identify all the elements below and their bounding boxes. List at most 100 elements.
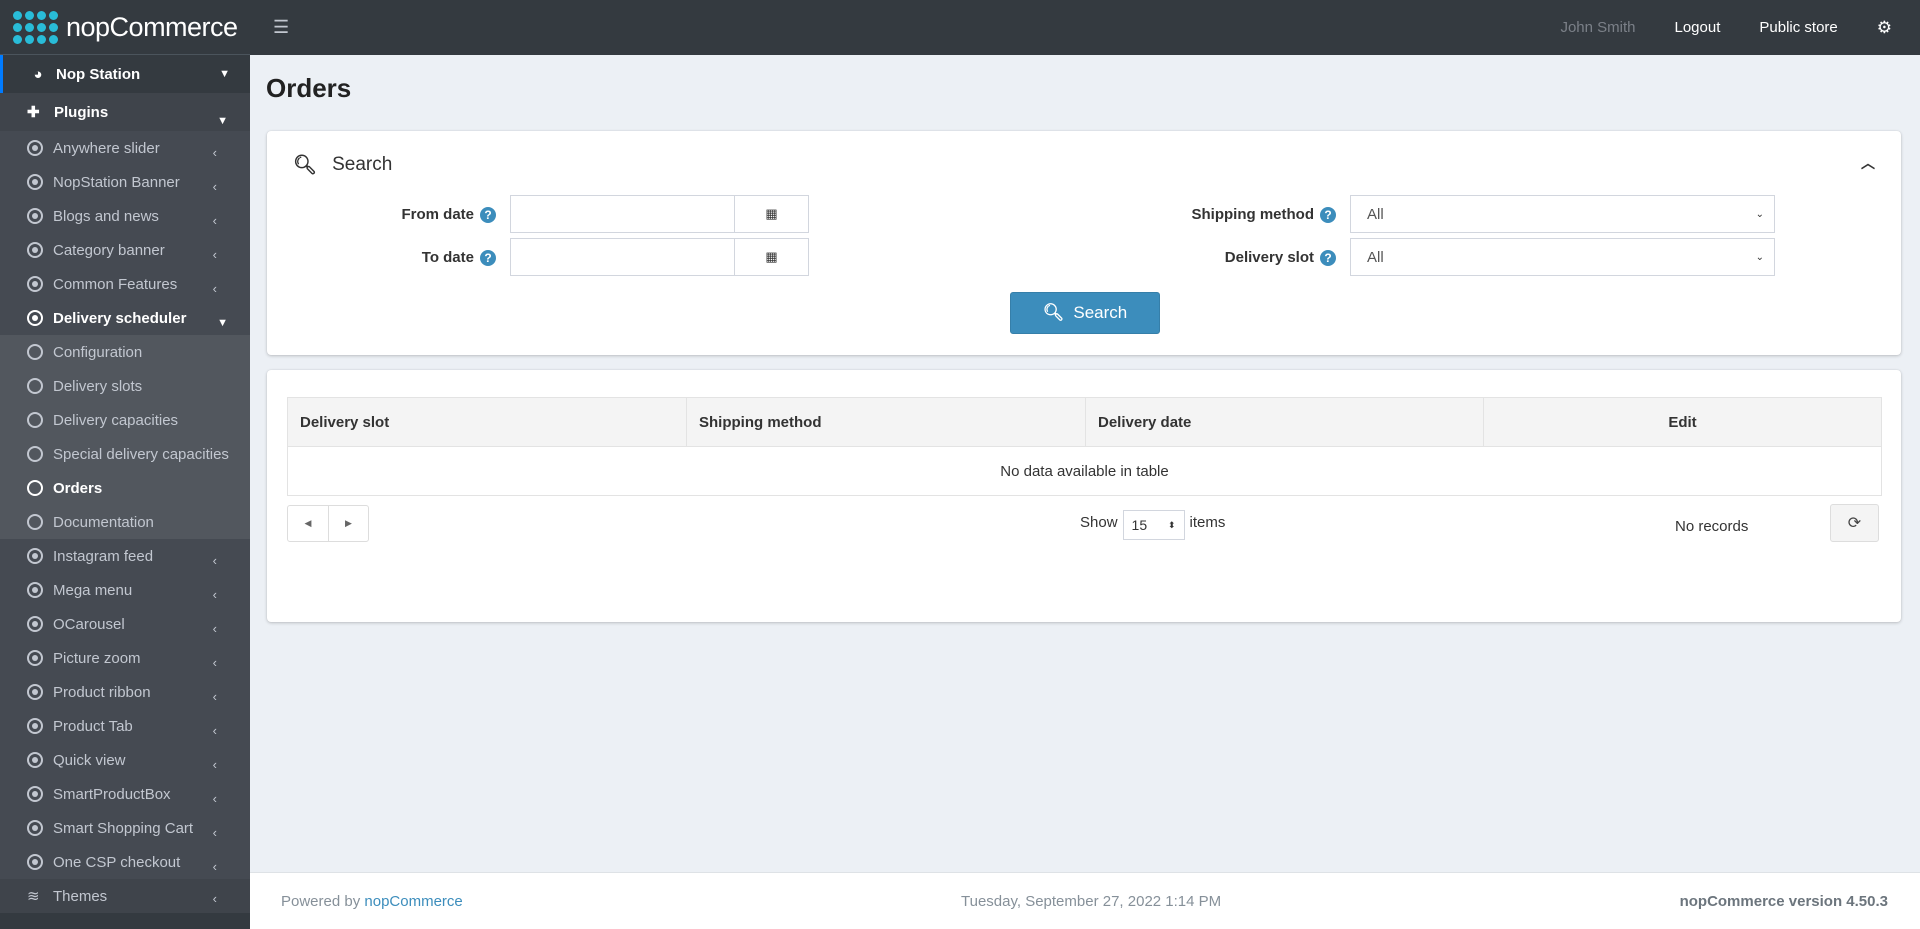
- to-date-row: To date? ▦: [267, 238, 809, 276]
- sidebar-item-nop-station[interactable]: ◕ Nop Station ▼: [0, 55, 250, 93]
- refresh-button[interactable]: ⟳: [1830, 504, 1879, 542]
- nopcommerce-link[interactable]: nopCommerce: [364, 893, 462, 910]
- sidebar-item-plugins[interactable]: ✚ Plugins ▼: [0, 93, 250, 131]
- sidebar-item-product-ribbon[interactable]: Product ribbon ‹: [0, 675, 250, 709]
- sidebar-item-documentation[interactable]: Documentation: [0, 505, 250, 539]
- sidebar-item-smart-shopping-cart[interactable]: Smart Shopping Cart ‹: [0, 811, 250, 845]
- sidebar-item-delivery-scheduler[interactable]: Delivery scheduler ▼: [0, 301, 250, 335]
- dot-circle-icon: [27, 650, 43, 666]
- label-text: To date: [421, 248, 474, 266]
- sidebar-item-label: SmartProductBox: [53, 785, 171, 803]
- calendar-icon[interactable]: ▦: [734, 239, 808, 275]
- chevron-left-icon: ‹: [212, 859, 217, 874]
- to-date-label: To date?: [267, 249, 496, 266]
- sidebar-item-label: NopStation Banner: [53, 173, 180, 191]
- sidebar-item-one-csp-checkout[interactable]: One CSP checkout ‹: [0, 845, 250, 879]
- hamburger-menu-icon[interactable]: ☰: [273, 17, 289, 38]
- sidebar-item-anywhere-slider[interactable]: Anywhere slider ‹: [0, 131, 250, 165]
- sidebar-item-label: Mega menu: [53, 581, 133, 599]
- dot-circle-icon: [27, 310, 43, 326]
- sidebar-item-label: Configuration: [53, 343, 143, 361]
- chevron-up-icon[interactable]: ︿: [1861, 153, 1875, 173]
- table-row: No data available in table: [287, 446, 1882, 496]
- version-info: nopCommerce version 4.50.3: [1679, 892, 1888, 910]
- previous-page-button[interactable]: ◀: [288, 506, 328, 541]
- sidebar-item-product-tab[interactable]: Product Tab ‹: [0, 709, 250, 743]
- page-size-control: Show 15 ⬍ items: [1080, 507, 1225, 540]
- sidebar-item-category-banner[interactable]: Category banner ‹: [0, 233, 250, 267]
- gears-icon[interactable]: ⚙: [1877, 18, 1892, 38]
- layers-icon: ≋: [27, 888, 40, 905]
- label-text: Shipping method: [1191, 205, 1314, 223]
- column-delivery-slot[interactable]: Delivery slot: [287, 397, 687, 447]
- chevron-left-icon: ‹: [212, 587, 217, 602]
- sidebar-item-label: Delivery scheduler: [53, 309, 187, 327]
- sidebar-item-ocarousel[interactable]: OCarousel ‹: [0, 607, 250, 641]
- dot-circle-icon: [27, 786, 43, 802]
- sidebar-item-instagram-feed[interactable]: Instagram feed ‹: [0, 539, 250, 573]
- sidebar-item-label: Special delivery capacities: [53, 445, 229, 463]
- sidebar-item-blogs-and-news[interactable]: Blogs and news ‹: [0, 199, 250, 233]
- sidebar-item-smartproductbox[interactable]: SmartProductBox ‹: [0, 777, 250, 811]
- help-icon[interactable]: ?: [480, 249, 496, 266]
- sidebar-item-special-delivery-capacities[interactable]: Special delivery capacities: [0, 437, 250, 471]
- sidebar-item-delivery-capacities[interactable]: Delivery capacities: [0, 403, 250, 437]
- show-label: Show: [1080, 513, 1118, 531]
- sidebar-item-orders[interactable]: Orders: [0, 471, 250, 505]
- delivery-scheduler-submenu: Configuration Delivery slots Delivery ca…: [0, 335, 250, 539]
- sidebar-item-mega-menu[interactable]: Mega menu ‹: [0, 573, 250, 607]
- search-panel-header[interactable]: 🔍︎ Search: [293, 153, 392, 177]
- shipping-method-select[interactable]: All ⌄: [1350, 195, 1775, 233]
- sidebar-item-picture-zoom[interactable]: Picture zoom ‹: [0, 641, 250, 675]
- sidebar-item-quick-view[interactable]: Quick view ‹: [0, 743, 250, 777]
- sidebar-item-label: One CSP checkout: [53, 853, 181, 871]
- logout-link[interactable]: Logout: [1674, 19, 1720, 36]
- search-button[interactable]: 🔍︎ Search: [1010, 292, 1160, 334]
- top-navbar: ☰ John Smith Logout Public store ⚙: [250, 0, 1920, 55]
- empty-table-message: No data available in table: [287, 446, 1882, 496]
- page-size-value: 15: [1131, 517, 1148, 533]
- chevron-left-icon: ‹: [212, 621, 217, 636]
- chevron-left-icon: ‹: [212, 247, 217, 262]
- next-page-button[interactable]: ▶: [328, 506, 368, 541]
- sort-arrows-icon: ⬍: [1167, 519, 1176, 530]
- sidebar-item-label: Plugins: [54, 103, 109, 121]
- logo[interactable]: nopCommerce: [0, 0, 250, 55]
- sidebar-item-nopstation-banner[interactable]: NopStation Banner ‹: [0, 165, 250, 199]
- column-delivery-date[interactable]: Delivery date: [1085, 397, 1484, 447]
- sidebar-item-label: Anywhere slider: [53, 139, 160, 157]
- sidebar-item-themes[interactable]: ≋ Themes ‹: [0, 879, 250, 913]
- footer-datetime: Tuesday, September 27, 2022 1:14 PM: [961, 892, 1222, 910]
- chevron-left-icon: ‹: [212, 179, 217, 194]
- label-text: From date: [401, 205, 474, 223]
- logo-text: nopCommerce: [66, 11, 238, 42]
- sidebar-item-label: Nop Station: [56, 65, 141, 83]
- help-icon[interactable]: ?: [480, 206, 496, 223]
- delivery-slot-select[interactable]: All ⌄: [1350, 238, 1775, 276]
- sidebar-item-common-features[interactable]: Common Features ‹: [0, 267, 250, 301]
- chevron-left-icon: ‹: [212, 825, 217, 840]
- chevron-left-icon: ‹: [212, 891, 217, 906]
- footer: Powered by nopCommerce Tuesday, Septembe…: [250, 872, 1920, 929]
- help-icon[interactable]: ?: [1320, 206, 1336, 223]
- search-button-label: Search: [1073, 303, 1128, 322]
- to-date-input[interactable]: [511, 239, 734, 275]
- page-size-select[interactable]: 15 ⬍: [1122, 510, 1185, 540]
- current-user: John Smith: [1560, 19, 1636, 36]
- chevron-down-icon: ▼: [217, 317, 228, 329]
- plugins-submenu: Anywhere slider ‹ NopStation Banner ‹ Blog…: [0, 131, 250, 879]
- dot-circle-icon: [27, 616, 43, 632]
- logo-dots-icon: [13, 10, 58, 44]
- label-text: Delivery slot: [1224, 248, 1314, 266]
- circle-icon: [27, 514, 43, 530]
- chevron-down-icon: ▼: [219, 68, 230, 80]
- calendar-icon[interactable]: ▦: [734, 196, 808, 232]
- chevron-left-icon: ‹: [212, 145, 217, 160]
- sidebar-item-delivery-slots[interactable]: Delivery slots: [0, 369, 250, 403]
- help-icon[interactable]: ?: [1320, 249, 1336, 266]
- public-store-link[interactable]: Public store: [1759, 19, 1837, 36]
- sidebar-item-label: Themes: [53, 887, 108, 905]
- sidebar-item-configuration[interactable]: Configuration: [0, 335, 250, 369]
- from-date-input[interactable]: [511, 196, 734, 232]
- column-shipping-method[interactable]: Shipping method: [686, 397, 1086, 447]
